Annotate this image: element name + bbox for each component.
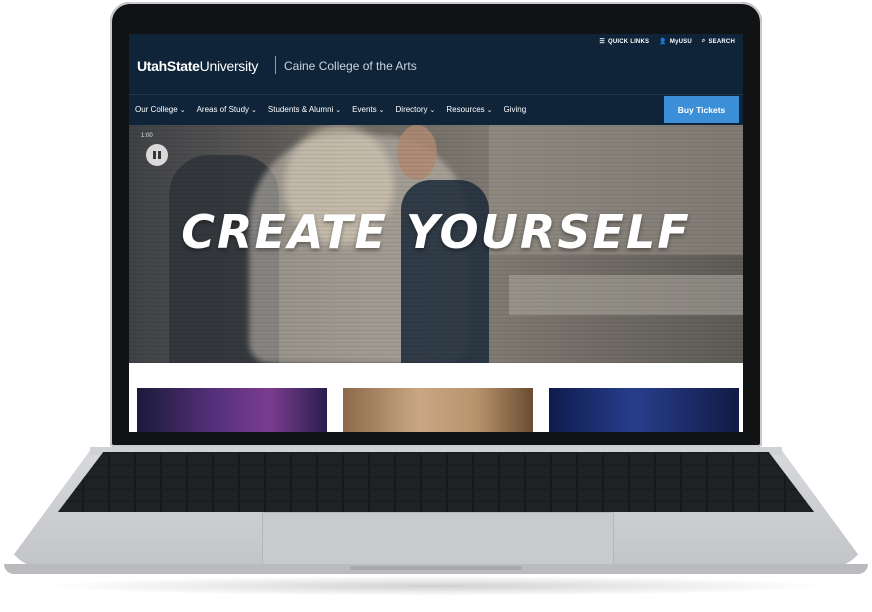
chevron-down-icon: ⌄ [486,107,493,114]
nav-areas-of-study-label: Areas of Study [196,105,250,114]
nav-giving-label: Giving [503,105,527,114]
logo-regular: University [199,58,259,74]
site-header: ☰ QUICK LINKS 👤 MyUSU ⌕ SEARCH UtahState… [129,34,743,94]
user-icon: 👤 [659,39,667,45]
nav-resources[interactable]: Resources ⌄ [446,105,492,114]
main-nav: Our College ⌄ Areas of Study ⌄ Students & … [129,94,743,126]
list-icon: ☰ [599,39,605,45]
nav-students-alumni-label: Students & Alumni [267,105,334,114]
pause-button[interactable] [146,144,168,166]
keyboard-keys [58,452,814,512]
feature-card-music[interactable] [549,388,739,432]
quick-links-link[interactable]: ☰ QUICK LINKS [599,38,650,46]
nav-students-alumni[interactable]: Students & Alumni ⌄ [268,105,341,114]
video-timestamp: 1:00 [141,133,153,139]
trackpad [262,512,614,566]
chevron-down-icon: ⌄ [251,107,257,114]
logo-divider [275,56,276,74]
nav-our-college[interactable]: Our College ⌄ [135,105,186,114]
feature-thumbnails [129,363,743,432]
utility-links: ☰ QUICK LINKS 👤 MyUSU ⌕ SEARCH [599,38,735,45]
usu-logo[interactable]: UtahStateUniversity [137,58,258,74]
search-link[interactable]: ⌕ SEARCH [702,38,735,45]
laptop-shadow [40,576,832,596]
feature-card-studio[interactable] [343,388,533,432]
nav-directory[interactable]: Directory ⌄ [396,105,436,114]
nav-directory-label: Directory [395,105,428,114]
chevron-down-icon: ⌄ [179,107,186,114]
buy-tickets-button[interactable]: Buy Tickets [664,96,739,123]
hero-video[interactable]: 1:00 CREATE YOURSELF [129,125,743,363]
nav-our-college-label: Our College [135,105,178,114]
myusu-label: MyUSU [669,38,692,45]
search-label: SEARCH [708,38,735,45]
college-name[interactable]: Caine College of the Arts [284,59,417,73]
nav-events[interactable]: Events ⌄ [352,105,384,114]
chevron-down-icon: ⌄ [335,107,342,114]
pause-icon [153,151,161,159]
quick-links-label: QUICK LINKS [608,38,650,45]
feature-card-performance[interactable] [137,388,327,432]
nav-giving[interactable]: Giving [504,105,527,114]
chevron-down-icon: ⌄ [429,107,436,114]
laptop-screen: ☰ QUICK LINKS 👤 MyUSU ⌕ SEARCH UtahState… [129,34,743,432]
nav-events-label: Events [352,105,377,114]
search-icon: ⌕ [701,38,706,44]
nav-resources-label: Resources [446,105,485,114]
logo-bold: UtahState [137,58,200,74]
chevron-down-icon: ⌄ [378,107,385,114]
hero-tagline: CREATE YOURSELF [181,205,691,259]
nav-areas-of-study[interactable]: Areas of Study ⌄ [197,105,257,114]
laptop-notch [350,566,522,570]
myusu-link[interactable]: 👤 MyUSU [659,38,692,46]
